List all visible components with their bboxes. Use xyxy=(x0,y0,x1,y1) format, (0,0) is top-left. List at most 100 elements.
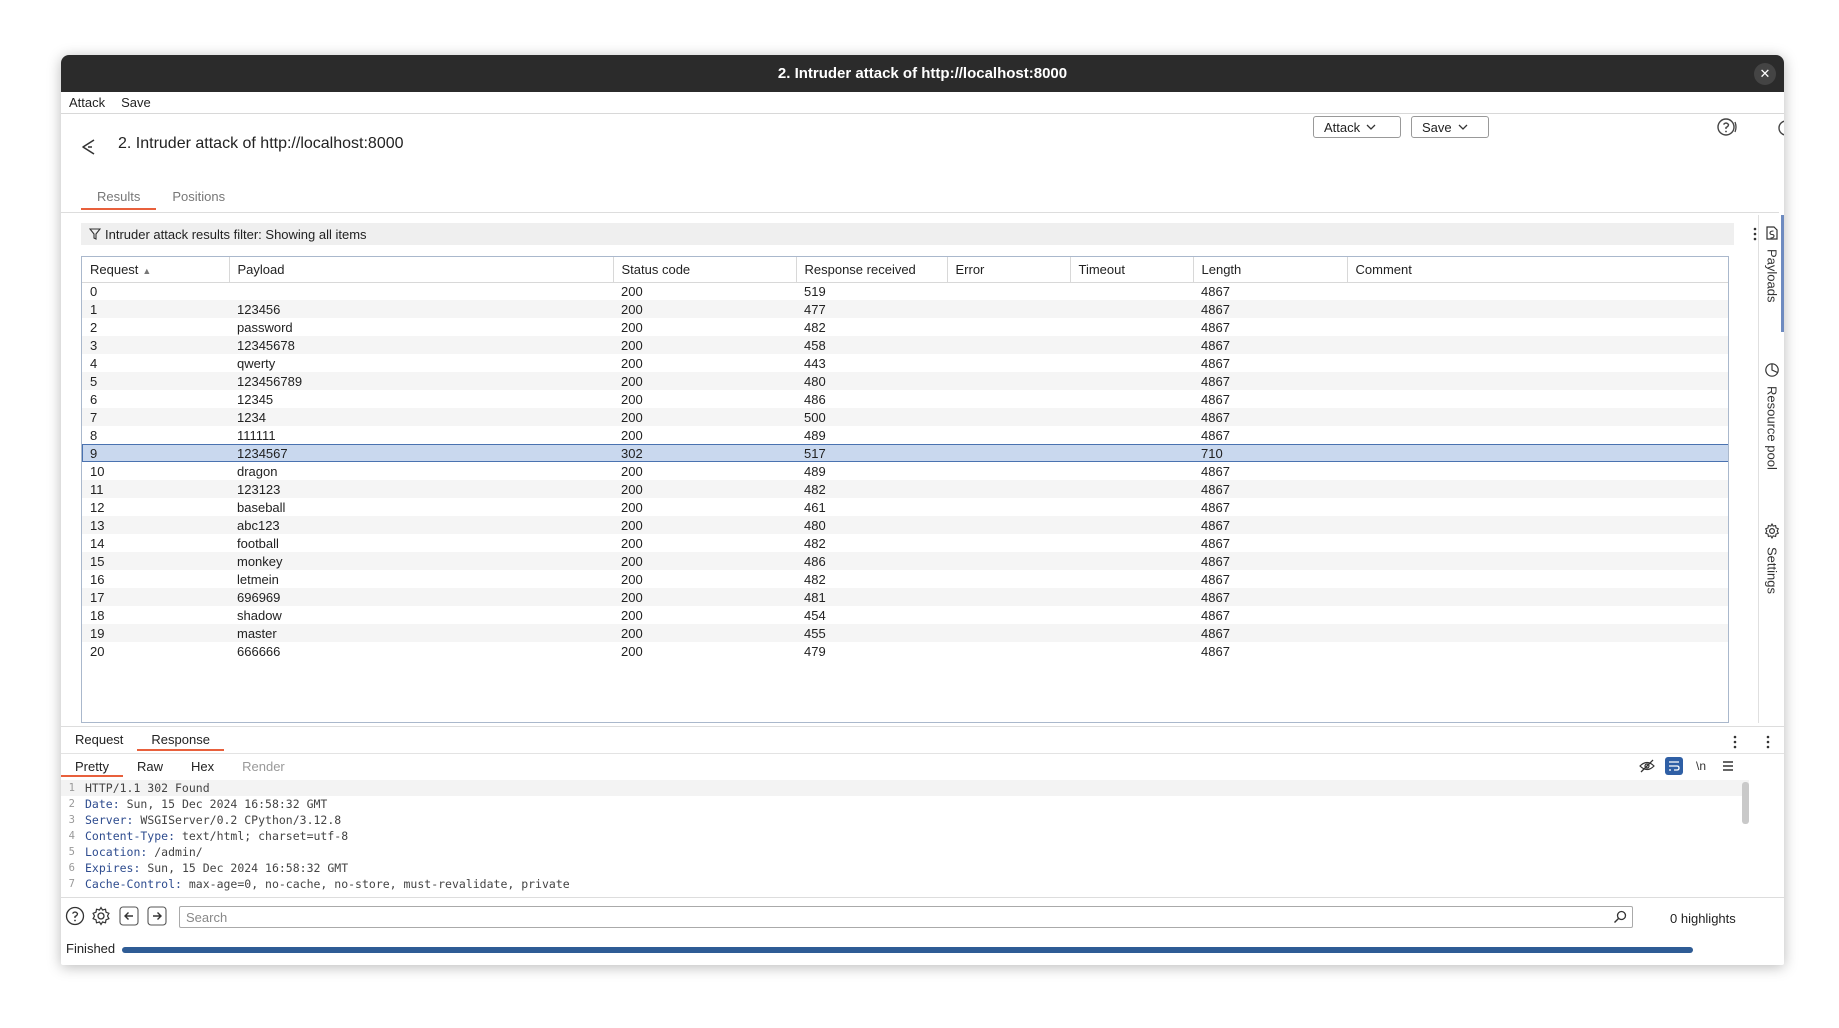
help-icon[interactable] xyxy=(1716,116,1738,138)
table-row[interactable]: 7 1234 200 500 4867 xyxy=(82,408,1728,426)
results-filter-bar[interactable]: Intruder attack results filter: Showing … xyxy=(81,223,1734,245)
header-name: Date xyxy=(85,797,113,811)
cell-error xyxy=(947,300,1070,318)
menu-save[interactable]: Save xyxy=(113,95,159,110)
table-row[interactable]: 13 abc123 200 480 4867 xyxy=(82,516,1728,534)
arrow-right-icon[interactable] xyxy=(147,906,167,926)
sort-ascending-icon: ▲ xyxy=(142,265,152,276)
table-row[interactable]: 14 football 200 482 4867 xyxy=(82,534,1728,552)
cell-status-code: 200 xyxy=(613,516,796,534)
cell-comment xyxy=(1347,426,1728,444)
save-button[interactable]: Save xyxy=(1411,116,1489,138)
line-number: 6 xyxy=(68,862,75,874)
tab-positions[interactable]: Positions xyxy=(156,185,241,210)
table-row[interactable]: 3 12345678 200 458 4867 xyxy=(82,336,1728,354)
cell-status-code: 200 xyxy=(613,372,796,390)
column-header-timeout[interactable]: Timeout xyxy=(1070,257,1194,283)
help-icon[interactable] xyxy=(65,906,85,926)
table-row[interactable]: 16 letmein 200 482 4867 xyxy=(82,570,1728,588)
wrap-lines-icon[interactable] xyxy=(1665,757,1683,775)
cell-payload: 696969 xyxy=(229,588,613,606)
menu-lines-icon[interactable] xyxy=(1719,757,1737,775)
cell-payload: 12345678 xyxy=(229,336,613,354)
table-row[interactable]: 4 qwerty 200 443 4867 xyxy=(82,354,1728,372)
table-row[interactable]: 9 1234567 302 517 710 xyxy=(82,444,1728,462)
side-tab-resource-pool[interactable]: Resource pool xyxy=(1759,362,1784,470)
menu-attack[interactable]: Attack xyxy=(61,95,113,110)
response-editor[interactable]: 1 HTTP/1.1 302 Found 2 Date: Sun, 15 Dec 20… xyxy=(61,780,1749,897)
tab-results[interactable]: Results xyxy=(81,185,157,210)
editor-scrollbar[interactable] xyxy=(1742,782,1749,824)
main-tabs: Results Positions xyxy=(81,185,241,210)
cell-payload: 1234 xyxy=(229,408,613,426)
line-number: 1 xyxy=(68,782,75,794)
arrow-left-icon[interactable] xyxy=(119,906,139,926)
cell-response-received: 481 xyxy=(796,588,947,606)
code-line: 4 Content-Type: text/html; charset=utf-8 xyxy=(61,828,1749,844)
column-header-comment[interactable]: Comment xyxy=(1347,257,1728,283)
side-tab-payloads[interactable]: Payloads xyxy=(1759,225,1784,302)
tab-hex[interactable]: Hex xyxy=(177,755,228,777)
cell-comment xyxy=(1347,408,1728,426)
close-icon[interactable]: ✕ xyxy=(1754,63,1776,85)
table-row[interactable]: 15 monkey 200 486 4867 xyxy=(82,552,1728,570)
cell-payload: dragon xyxy=(229,462,613,480)
column-header-request[interactable]: Request ▲ xyxy=(82,257,230,283)
more-options-icon[interactable] xyxy=(1765,734,1771,750)
cell-response-received: 455 xyxy=(796,624,947,642)
more-options-icon[interactable] xyxy=(1732,734,1738,750)
table-row[interactable]: 8 111111 200 489 4867 xyxy=(82,426,1728,444)
tab-render[interactable]: Render xyxy=(228,755,299,777)
table-row[interactable]: 1 123456 200 477 4867 xyxy=(82,300,1728,318)
hide-eye-icon[interactable] xyxy=(1638,757,1656,775)
column-header-error[interactable]: Error xyxy=(947,257,1071,283)
cell-status-code: 200 xyxy=(613,480,796,498)
cell-response-received: 489 xyxy=(796,462,947,480)
filter-text: Intruder attack results filter: Showing … xyxy=(105,226,367,242)
code-line: 2 Date: Sun, 15 Dec 2024 16:58:32 GMT xyxy=(61,796,1749,812)
tab-response[interactable]: Response xyxy=(137,729,224,751)
header-colon: : xyxy=(133,861,141,875)
table-row[interactable]: 5 123456789 200 480 4867 xyxy=(82,372,1728,390)
column-header-status-code[interactable]: Status code xyxy=(613,257,797,283)
newline-toggle-icon[interactable]: \n xyxy=(1692,757,1710,775)
tabs-divider xyxy=(61,212,1779,213)
table-row[interactable]: 0 200 519 4867 xyxy=(82,282,1728,300)
column-header-response-received[interactable]: Response received xyxy=(796,257,948,283)
cell-timeout xyxy=(1070,588,1193,606)
column-header-payload[interactable]: Payload xyxy=(229,257,614,283)
column-header-length[interactable]: Length xyxy=(1193,257,1348,283)
search-icon[interactable] xyxy=(1613,910,1627,924)
table-row[interactable]: 6 12345 200 486 4867 xyxy=(82,390,1728,408)
attack-button[interactable]: Attack xyxy=(1313,116,1401,138)
line-number: 5 xyxy=(68,846,75,858)
cell-payload: monkey xyxy=(229,552,613,570)
table-row[interactable]: 10 dragon 200 489 4867 xyxy=(82,462,1728,480)
table-row[interactable]: 12 baseball 200 461 4867 xyxy=(82,498,1728,516)
cell-timeout xyxy=(1070,606,1193,624)
side-tab-settings[interactable]: Settings xyxy=(1759,523,1784,594)
table-row[interactable]: 19 master 200 455 4867 xyxy=(82,624,1728,642)
cell-length: 4867 xyxy=(1193,588,1347,606)
cell-status-code: 200 xyxy=(613,588,796,606)
tab-pretty[interactable]: Pretty xyxy=(61,755,123,777)
table-row[interactable]: 18 shadow 200 454 4867 xyxy=(82,606,1728,624)
cell-response-received: 489 xyxy=(796,426,947,444)
gear-icon[interactable] xyxy=(91,906,111,926)
table-row[interactable]: 2 password 200 482 4867 xyxy=(82,318,1728,336)
tab-request[interactable]: Request xyxy=(61,729,137,751)
cell-timeout xyxy=(1070,372,1193,390)
table-row[interactable]: 11 123123 200 482 4867 xyxy=(82,480,1728,498)
table-row[interactable]: 17 696969 200 481 4867 xyxy=(82,588,1728,606)
cell-comment xyxy=(1347,516,1728,534)
line-number: 2 xyxy=(68,798,75,810)
tab-raw[interactable]: Raw xyxy=(123,755,177,777)
filter-icon xyxy=(89,228,101,240)
table-row[interactable]: 20 666666 200 479 4867 xyxy=(82,642,1728,660)
split-pane-divider[interactable] xyxy=(61,726,1784,727)
cell-error xyxy=(947,282,1070,300)
header-name: Server xyxy=(85,813,127,827)
resource-pool-icon xyxy=(1765,363,1779,377)
settings-partial-icon[interactable] xyxy=(1778,119,1784,137)
search-input[interactable] xyxy=(179,906,1633,928)
